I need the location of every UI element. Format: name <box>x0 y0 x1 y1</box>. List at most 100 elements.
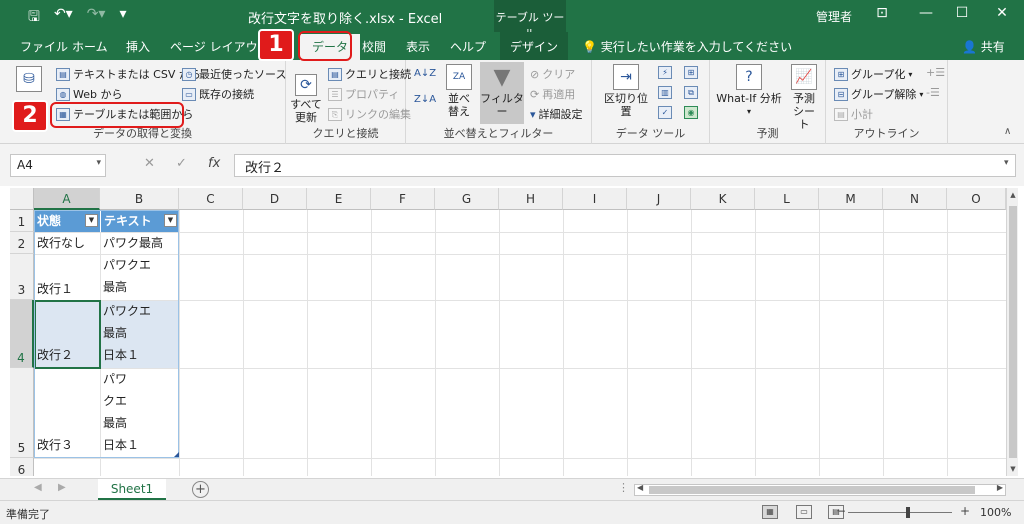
collapse-ribbon-icon[interactable]: ∧ <box>1004 126 1011 137</box>
tab-review[interactable]: 校閲 <box>362 38 386 55</box>
scroll-down-icon[interactable]: ▼ <box>1007 462 1019 476</box>
show-detail-button[interactable]: +☰ <box>926 66 945 79</box>
filter-dropdown-icon[interactable]: ▼ <box>85 214 98 227</box>
worksheet-grid[interactable]: A B C D E F G H I J K L M N O 1 2 3 4 5 … <box>10 188 1006 476</box>
filter-button[interactable]: ▼ フィルター <box>480 62 524 124</box>
sort-button[interactable]: ZA 並べ替え <box>444 64 474 118</box>
what-if-button[interactable]: ? What-If 分析 ▾ <box>714 64 784 118</box>
col-header-n[interactable]: N <box>883 188 947 210</box>
edit-links-button[interactable]: ⎘ リンクの編集 <box>328 106 411 122</box>
row-header-1[interactable]: 1 <box>10 210 34 232</box>
clear-filter-button[interactable]: ⊘ クリア <box>530 66 575 82</box>
expand-formula-icon[interactable]: ▾ <box>1004 158 1009 168</box>
sort-desc-button[interactable]: Z↓A <box>414 94 436 105</box>
zoom-slider-thumb[interactable] <box>906 507 910 518</box>
forecast-sheet-button[interactable]: 📈 予測 シート <box>788 64 820 131</box>
data-validation-button[interactable]: ✓ <box>658 106 672 119</box>
col-header-d[interactable]: D <box>243 188 307 210</box>
tab-page-layout[interactable]: ページ レイアウト <box>170 38 270 55</box>
vertical-scroll-thumb[interactable] <box>1009 206 1017 458</box>
cell-b4-line-2[interactable]: 最高 <box>100 322 127 344</box>
cell-b3-line-1[interactable]: パワクエ <box>100 254 151 276</box>
subtotal-button[interactable]: ▤ 小計 <box>834 106 873 122</box>
cell-a3[interactable]: 改行１ <box>34 278 73 300</box>
data-model-button[interactable]: ◉ <box>684 106 698 119</box>
save-icon[interactable]: 🖫 <box>28 6 40 30</box>
zoom-level[interactable]: 100% <box>980 506 1011 519</box>
cell-b5-line-3[interactable]: 最高 <box>100 412 127 434</box>
reapply-button[interactable]: ⟳ 再適用 <box>530 86 575 102</box>
tab-view[interactable]: 表示 <box>406 38 430 55</box>
table-header-status[interactable]: 状態 ▼ <box>34 210 100 232</box>
cell-a5[interactable]: 改行３ <box>34 434 73 456</box>
cell-a4[interactable]: 改行２ <box>34 344 73 366</box>
add-sheet-icon[interactable]: + <box>192 481 209 498</box>
cell-b4-line-1[interactable]: パワクエ <box>100 300 151 322</box>
col-header-o[interactable]: O <box>947 188 1006 210</box>
properties-button[interactable]: ☰ プロパティ <box>328 86 399 102</box>
col-header-j[interactable]: J <box>627 188 691 210</box>
sheet-prev-icon[interactable]: ◀ <box>34 482 42 493</box>
user-name[interactable]: 管理者 <box>816 8 852 25</box>
recent-sources-button[interactable]: ◷ 最近使ったソース <box>182 66 286 82</box>
remove-duplicates-button[interactable]: ▥ <box>658 86 672 99</box>
cell-b4-line-3[interactable]: 日本１ <box>100 344 139 366</box>
scroll-right-icon[interactable]: ▶ <box>997 483 1003 492</box>
queries-connections-button[interactable]: ▤ クエリと接続 <box>328 66 411 82</box>
consolidate-button[interactable]: ⊞ <box>684 66 698 79</box>
share-button[interactable]: 👤 共有 <box>962 38 1005 55</box>
close-icon[interactable]: ✕ <box>990 5 1014 21</box>
enter-icon[interactable]: ✓ <box>176 156 187 171</box>
table-header-text[interactable]: テキスト ▼ <box>100 210 179 232</box>
row-header-2[interactable]: 2 <box>10 232 34 254</box>
cancel-icon[interactable]: ✕ <box>144 156 155 171</box>
col-header-l[interactable]: L <box>755 188 819 210</box>
tell-me-box[interactable]: 💡 実行したい作業を入力してください <box>582 38 792 55</box>
filter-dropdown-icon[interactable]: ▼ <box>164 214 177 227</box>
col-header-a[interactable]: A <box>34 188 100 210</box>
row-header-3[interactable]: 3 <box>10 254 34 300</box>
get-data-button[interactable]: ⛁ <box>16 66 42 94</box>
customize-qat-icon[interactable]: ▾ <box>119 6 126 30</box>
tab-insert[interactable]: 挿入 <box>126 38 150 55</box>
tab-home[interactable]: ホーム <box>72 38 108 55</box>
row-header-5[interactable]: 5 <box>10 368 34 458</box>
formula-input[interactable]: 改行２ <box>234 154 1016 177</box>
scroll-left-icon[interactable]: ◀ <box>637 483 643 492</box>
row-header-6[interactable]: 6 <box>10 458 34 476</box>
text-to-columns-button[interactable]: ⇥ 区切り位置 <box>600 64 652 118</box>
normal-view-icon[interactable]: ▦ <box>762 505 778 519</box>
tab-help[interactable]: ヘルプ <box>450 38 486 55</box>
redo-icon[interactable]: ↷▾ <box>87 6 106 30</box>
relationships-button[interactable]: ⧉ <box>684 86 698 99</box>
cell-b3-line-2[interactable]: 最高 <box>100 276 127 298</box>
maximize-icon[interactable]: ☐ <box>950 5 974 21</box>
cell-b5-line-4[interactable]: 日本１ <box>100 434 139 456</box>
tab-design[interactable]: デザイン <box>500 32 569 60</box>
tab-file[interactable]: ファイル <box>20 38 68 55</box>
minimize-icon[interactable]: — <box>914 5 938 21</box>
horizontal-scrollbar[interactable]: ◀ ▶ <box>634 483 1006 496</box>
undo-icon[interactable]: ↶▾ <box>54 6 73 30</box>
insert-function-icon[interactable]: fx <box>208 156 220 171</box>
scroll-up-icon[interactable]: ▲ <box>1007 188 1019 202</box>
col-header-h[interactable]: H <box>499 188 563 210</box>
split-handle-icon[interactable]: ⋮ <box>618 481 629 494</box>
ungroup-button[interactable]: ⊟ グループ解除 ▾ <box>834 86 923 102</box>
group-button[interactable]: ⊞ グループ化 ▾ <box>834 66 912 82</box>
vertical-scrollbar[interactable]: ▲ ▼ <box>1006 188 1018 476</box>
row-header-4[interactable]: 4 <box>10 300 34 368</box>
cell-b5-line-2[interactable]: クエ <box>100 390 127 412</box>
name-box[interactable]: A4 ▾ <box>10 154 106 177</box>
from-csv-button[interactable]: ▤ テキストまたは CSV から <box>56 66 201 82</box>
col-header-b[interactable]: B <box>100 188 179 210</box>
table-resize-handle[interactable] <box>174 452 179 457</box>
col-header-m[interactable]: M <box>819 188 883 210</box>
sheet-tab-sheet1[interactable]: Sheet1 <box>98 479 166 500</box>
zoom-out-icon[interactable]: − <box>836 504 846 518</box>
col-header-c[interactable]: C <box>179 188 243 210</box>
cell-b2[interactable]: パワク最高 <box>100 232 163 254</box>
col-header-g[interactable]: G <box>435 188 499 210</box>
existing-connections-button[interactable]: ▭ 既存の接続 <box>182 86 254 102</box>
col-header-e[interactable]: E <box>307 188 371 210</box>
